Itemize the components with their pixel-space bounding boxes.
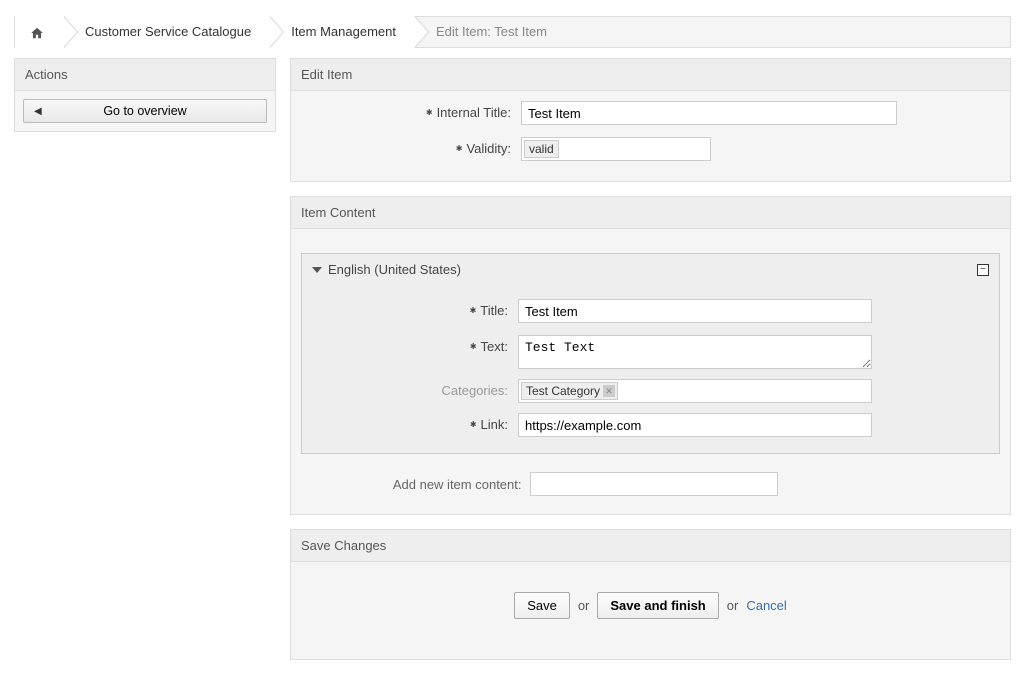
content-text-label: Text: — [312, 335, 518, 361]
breadcrumb-home[interactable] — [15, 16, 63, 48]
add-content-input[interactable] — [530, 472, 778, 496]
link-input[interactable] — [518, 413, 872, 437]
categories-input[interactable]: Test Category ✕ — [518, 379, 872, 403]
content-title-label: Title: — [312, 299, 518, 325]
edit-item-panel: Edit Item Internal Title: Validity: vali… — [290, 58, 1011, 182]
save-finish-button[interactable]: Save and finish — [597, 592, 718, 619]
go-to-overview-button[interactable]: ◀ Go to overview — [23, 99, 267, 123]
or-text-2: or — [727, 598, 739, 613]
save-panel: Save Changes Save or Save and finish or … — [290, 529, 1011, 660]
or-text-1: or — [578, 598, 590, 613]
internal-title-label: Internal Title: — [301, 101, 521, 127]
arrow-left-icon: ◀ — [34, 106, 42, 117]
validity-value: valid — [524, 140, 559, 158]
edit-item-title: Edit Item — [291, 59, 1010, 91]
link-label: Link: — [312, 413, 518, 439]
breadcrumb-current: Edit Item: Test Item — [414, 16, 565, 48]
collapse-icon[interactable]: − — [977, 264, 989, 276]
breadcrumb-item-0[interactable]: Customer Service Catalogue — [63, 16, 269, 48]
item-content-panel: Item Content English (United States) − T… — [290, 196, 1011, 515]
language-panel: English (United States) − Title: Text: — [301, 253, 1000, 454]
validity-label: Validity: — [301, 137, 521, 163]
save-title: Save Changes — [291, 530, 1010, 562]
home-icon — [29, 24, 45, 39]
content-text-input[interactable] — [518, 335, 872, 369]
add-content-label: Add new item content: — [316, 477, 522, 492]
save-button[interactable]: Save — [514, 592, 570, 619]
category-tag-label: Test Category — [526, 383, 600, 399]
go-to-overview-label: Go to overview — [103, 104, 186, 118]
breadcrumb: Customer Service Catalogue Item Manageme… — [14, 16, 1011, 48]
item-content-title: Item Content — [291, 197, 1010, 229]
actions-panel: Actions ◀ Go to overview — [14, 58, 276, 132]
internal-title-input[interactable] — [521, 101, 897, 125]
actions-title: Actions — [15, 59, 275, 91]
validity-select[interactable]: valid — [521, 137, 711, 161]
chevron-down-icon[interactable] — [312, 267, 322, 273]
category-tag: Test Category ✕ — [521, 382, 618, 400]
breadcrumb-item-1[interactable]: Item Management — [269, 16, 414, 48]
categories-label: Categories: — [312, 379, 518, 403]
cancel-link[interactable]: Cancel — [746, 598, 786, 613]
remove-tag-icon[interactable]: ✕ — [603, 385, 615, 397]
content-title-input[interactable] — [518, 299, 872, 323]
language-label: English (United States) — [328, 262, 461, 277]
